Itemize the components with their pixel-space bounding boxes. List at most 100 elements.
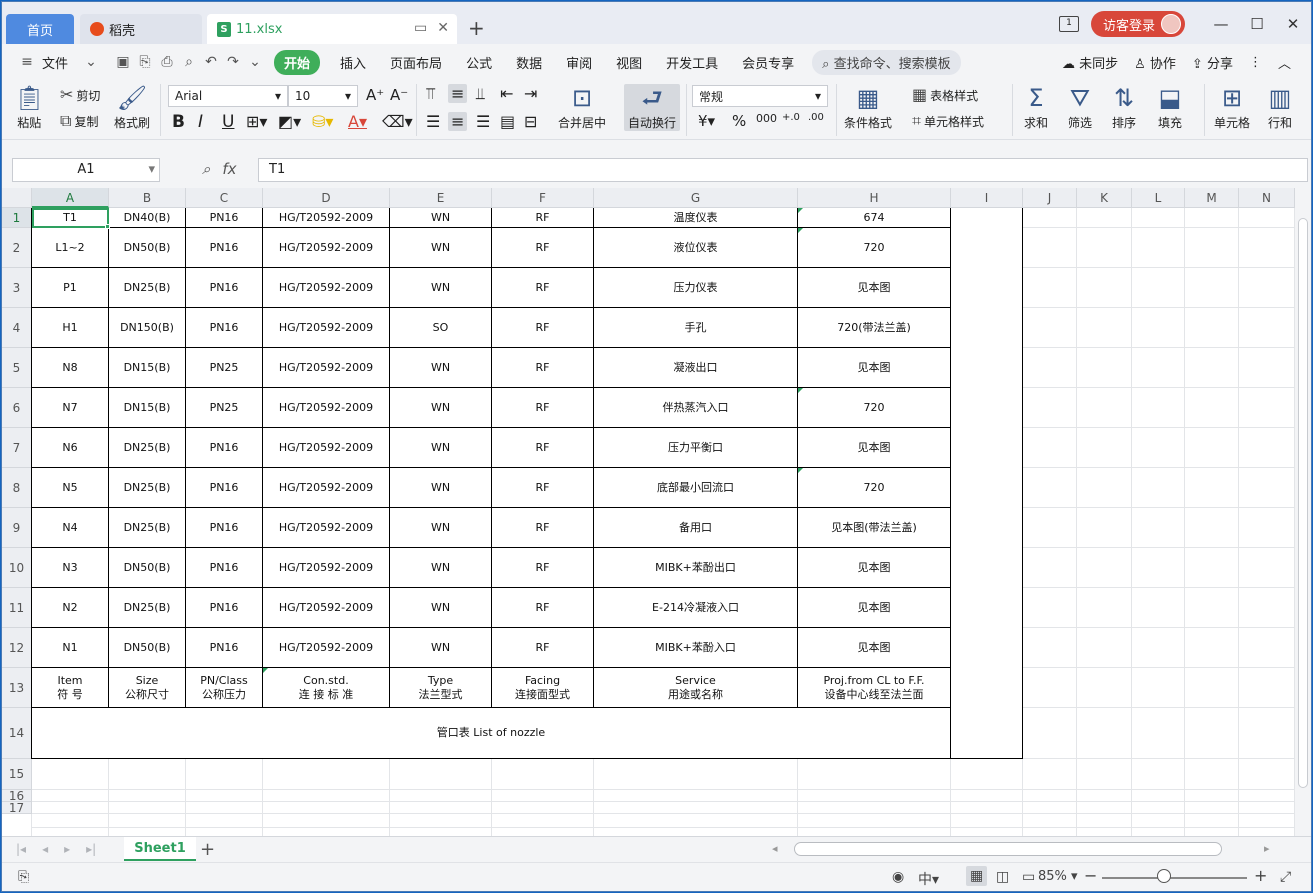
table-cell[interactable]: WN (390, 548, 492, 588)
page-layout-view-icon[interactable]: ◫ (996, 869, 1009, 885)
format-painter-button[interactable]: 🖌︎ 格式刷 (114, 84, 150, 131)
table-header-cell[interactable]: Service 用途或名称 (594, 668, 798, 708)
sync-status[interactable]: ☁ 未同步 (1062, 53, 1118, 72)
table-cell[interactable]: 备用口 (594, 508, 798, 548)
collapse-ribbon-icon[interactable]: ︿ (1278, 53, 1291, 72)
table-cell[interactable]: WN (390, 388, 492, 428)
table-cell[interactable]: PN16 (186, 508, 263, 548)
table-cell[interactable]: HG/T20592-2009 (263, 268, 390, 308)
table-cell[interactable]: RF (492, 388, 594, 428)
font-name-select[interactable]: Arial ▾ (168, 85, 288, 107)
table-cell[interactable]: H1 (32, 308, 109, 348)
table-cell[interactable]: WN (390, 628, 492, 668)
table-cell[interactable]: RF (492, 228, 594, 268)
column-header-n[interactable]: N (1239, 188, 1295, 208)
window-mode-icon[interactable]: ▭ (414, 20, 427, 36)
table-cell[interactable]: HG/T20592-2009 (263, 468, 390, 508)
table-cell[interactable]: WN (390, 468, 492, 508)
fill-button[interactable]: ⬓ 填充 (1158, 84, 1182, 131)
conditional-format-button[interactable]: ▦ 条件格式 (844, 84, 892, 131)
input-method-icon[interactable]: 中▾ (918, 869, 939, 889)
table-cell[interactable]: N2 (32, 588, 109, 628)
table-cell[interactable]: 见本图 (798, 548, 951, 588)
table-cell[interactable]: HG/T20592-2009 (263, 508, 390, 548)
row-header-9[interactable]: 9 (2, 508, 32, 548)
decrease-decimal-icon[interactable]: .00 (808, 112, 824, 123)
table-cell[interactable]: WN (390, 228, 492, 268)
close-window-icon[interactable]: ✕ (1275, 15, 1311, 33)
indent-increase-icon[interactable]: ⇥ (524, 84, 537, 103)
workspace-count-button[interactable]: 1 (1058, 16, 1079, 32)
save-icon[interactable]: ▣ (112, 54, 134, 70)
underline-icon[interactable]: U (222, 112, 234, 132)
table-header-cell[interactable]: Size 公称尺寸 (109, 668, 186, 708)
table-cell[interactable]: PN16 (186, 588, 263, 628)
print-preview-icon[interactable]: ⌕ (178, 54, 200, 70)
table-cell[interactable]: 温度仪表 (594, 208, 798, 228)
number-format-select[interactable]: 常规 ▾ (692, 85, 828, 107)
column-header-h[interactable]: H (798, 188, 951, 208)
justify-icon[interactable]: ▤ (500, 112, 515, 131)
normal-view-icon[interactable]: ▦ (966, 866, 988, 886)
menu-page-layout[interactable]: 页面布局 (378, 53, 454, 72)
table-cell[interactable]: DN25(B) (109, 508, 186, 548)
row-header-4[interactable]: 4 (2, 308, 32, 348)
table-cell[interactable]: HG/T20592-2009 (263, 208, 390, 228)
table-cell[interactable]: HG/T20592-2009 (263, 428, 390, 468)
last-sheet-icon[interactable]: ▸| (86, 842, 96, 856)
table-cell[interactable]: PN16 (186, 268, 263, 308)
eye-protection-icon[interactable]: ◉ (892, 869, 904, 885)
table-cell[interactable]: L1~2 (32, 228, 109, 268)
sum-button[interactable]: Σ 求和 (1024, 84, 1048, 131)
table-cell[interactable]: N3 (32, 548, 109, 588)
table-cell[interactable]: RF (492, 348, 594, 388)
font-size-select[interactable]: 10 ▾ (288, 85, 358, 107)
column-header-d[interactable]: D (263, 188, 390, 208)
table-cell[interactable]: HG/T20592-2009 (263, 308, 390, 348)
horizontal-scrollbar[interactable] (794, 842, 1222, 856)
table-cell[interactable]: 手孔 (594, 308, 798, 348)
menu-formulas[interactable]: 公式 (454, 53, 504, 72)
menu-home[interactable]: 开始 (274, 49, 321, 75)
menu-file[interactable]: 文件 (38, 53, 80, 72)
table-cell[interactable]: 见本图(带法兰盖) (798, 508, 951, 548)
indent-decrease-icon[interactable]: ⇤ (500, 84, 513, 103)
table-cell[interactable]: PN16 (186, 428, 263, 468)
table-cell[interactable]: DN40(B) (109, 208, 186, 228)
spreadsheet-grid[interactable]: A B C D E F G H I J K L M N 1 2 3 4 5 6 7 8 9 10 11 12 13 14 15 16 17 T… (2, 188, 1295, 836)
table-cell[interactable]: DN150(B) (109, 308, 186, 348)
table-cell[interactable]: PN16 (186, 308, 263, 348)
quick-access-more-icon[interactable]: ⌄ (244, 54, 266, 70)
column-header-f[interactable]: F (492, 188, 594, 208)
formula-input[interactable]: T1 (258, 158, 1308, 182)
sheet-tab-sheet1[interactable]: Sheet1 (124, 837, 196, 861)
filter-button[interactable]: ⛛ 筛选 (1068, 84, 1092, 131)
table-cell[interactable]: N5 (32, 468, 109, 508)
column-header-i[interactable]: I (951, 188, 1023, 208)
table-cell[interactable]: WN (390, 428, 492, 468)
table-cell[interactable]: RF (492, 628, 594, 668)
table-style-button[interactable]: ▦ 表格样式 (912, 86, 978, 104)
next-sheet-icon[interactable]: ▸ (64, 842, 70, 856)
bold-icon[interactable]: B (172, 112, 185, 132)
table-cell[interactable]: DN25(B) (109, 268, 186, 308)
row-header-1[interactable]: 1 (2, 208, 32, 228)
table-cell[interactable]: 720 (798, 228, 951, 268)
table-cell[interactable]: RF (492, 268, 594, 308)
clear-format-icon[interactable]: ⌫▾ (382, 112, 413, 131)
table-cell[interactable]: 674 (798, 208, 951, 228)
thousands-icon[interactable]: 000 (756, 112, 777, 125)
paste-button[interactable]: 📋︎ 粘贴 (14, 84, 44, 131)
merge-center-button[interactable]: ⊡ 合并居中 (558, 84, 606, 131)
table-cell[interactable]: 见本图 (798, 428, 951, 468)
minimize-icon[interactable]: — (1203, 15, 1239, 33)
row-header-6[interactable]: 6 (2, 388, 32, 428)
macro-record-icon[interactable]: ⎘ (18, 869, 29, 885)
table-cell[interactable]: N7 (32, 388, 109, 428)
table-cell[interactable]: 720 (798, 468, 951, 508)
percent-icon[interactable]: % (732, 112, 746, 130)
table-cell[interactable]: MIBK+苯酚出口 (594, 548, 798, 588)
tab-docer[interactable]: 稻壳 (80, 14, 202, 44)
row-header-5[interactable]: 5 (2, 348, 32, 388)
table-header-cell[interactable]: Proj.from CL to F.F. 设备中心线至法兰面 (798, 668, 951, 708)
